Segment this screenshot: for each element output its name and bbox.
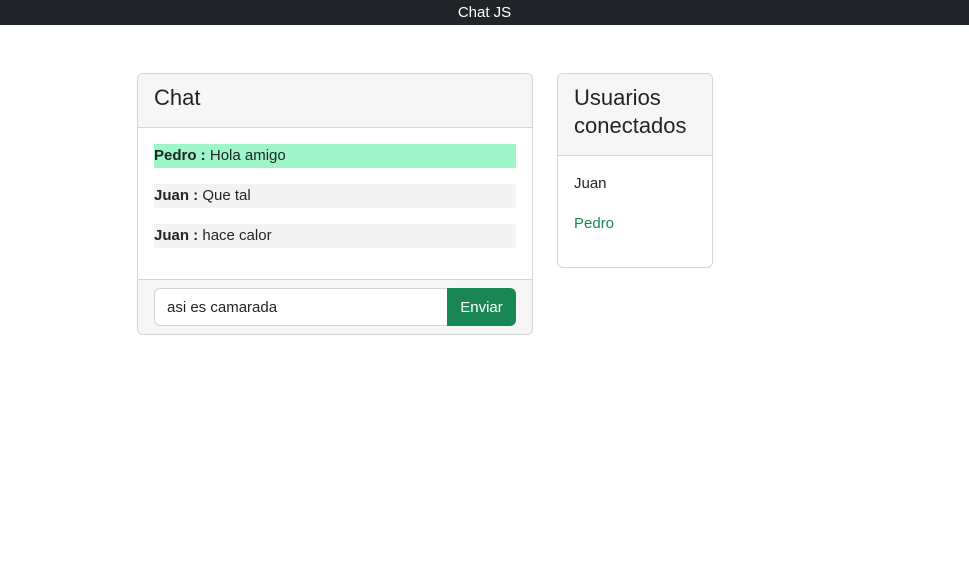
message-text: hace calor <box>198 227 272 244</box>
chat-header: Chat <box>138 74 532 128</box>
message-item: Juan : hace calor <box>154 224 516 248</box>
chat-card: Chat Pedro : Hola amigo Juan : Que tal J… <box>137 73 533 335</box>
message-item: Juan : Que tal <box>154 184 516 208</box>
chat-footer: Enviar <box>138 280 532 334</box>
message-author: Juan : <box>154 187 199 204</box>
connected-users-header: Usuarios conectados <box>558 74 712 156</box>
message-item: Pedro : Hola amigo <box>154 144 516 168</box>
message-author: Juan : <box>154 227 199 244</box>
app-title-bar: Chat JS <box>0 0 969 25</box>
app-title: Chat JS <box>457 4 512 21</box>
connected-users-card: Usuarios conectados Juan Pedro <box>557 73 713 268</box>
send-button[interactable]: Enviar <box>447 288 516 326</box>
message-input-group: Enviar <box>154 288 516 326</box>
message-text: Hola amigo <box>205 147 286 164</box>
chat-messages: Pedro : Hola amigo Juan : Que tal Juan :… <box>138 128 532 280</box>
message-text: Que tal <box>198 187 251 204</box>
user-item-pedro: Pedro <box>574 215 615 232</box>
message-input[interactable] <box>154 288 447 326</box>
message-author: Pedro : <box>154 147 206 164</box>
user-item-juan: Juan <box>574 175 607 192</box>
